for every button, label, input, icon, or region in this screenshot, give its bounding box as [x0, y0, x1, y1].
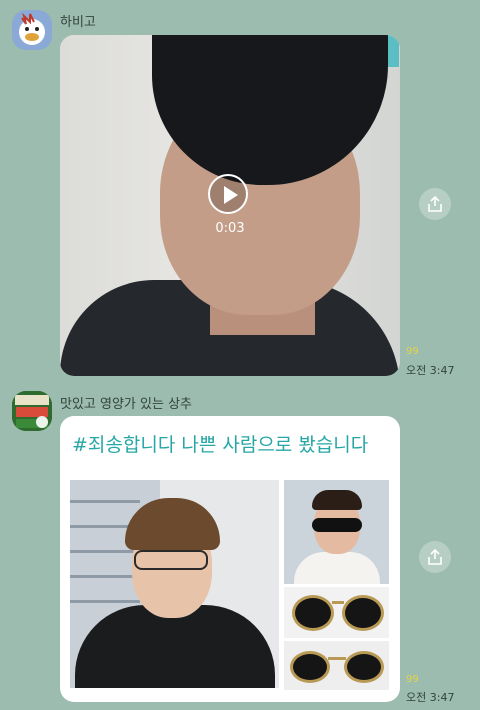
sender-name: 하비고 — [60, 15, 96, 30]
photo-main[interactable] — [70, 480, 279, 688]
share-icon — [428, 195, 442, 212]
photo-top-right[interactable] — [284, 480, 389, 584]
reaction-count: 99 — [406, 346, 419, 357]
timestamp: 오전 3:47 — [406, 364, 455, 377]
avatar[interactable] — [12, 391, 52, 431]
video-duration: 0:03 — [215, 221, 245, 236]
video-message[interactable]: 0:03 — [60, 35, 400, 376]
sender-name: 맛있고 영양가 있는 상추 — [60, 397, 192, 412]
photo-sunglasses-2[interactable] — [284, 641, 389, 690]
image-card[interactable]: #죄송합니다 나쁜 사람으로 봤습니다 — [60, 416, 400, 702]
avatar[interactable] — [12, 10, 52, 50]
play-icon[interactable] — [208, 174, 248, 214]
card-title: #죄송합니다 나쁜 사람으로 봤습니다 — [72, 434, 369, 456]
share-button[interactable] — [419, 188, 451, 220]
share-button[interactable] — [419, 541, 451, 573]
share-icon — [428, 548, 442, 565]
photo-sunglasses-1[interactable] — [284, 587, 389, 638]
reaction-count: 99 — [406, 674, 419, 685]
timestamp: 오전 3:47 — [406, 691, 455, 704]
